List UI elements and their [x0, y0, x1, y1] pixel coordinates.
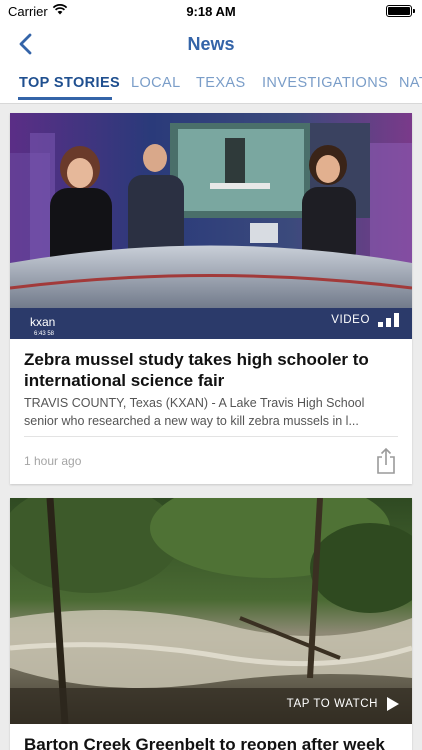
newsroom-anchors-image: kxan 6:43 58 — [10, 113, 412, 339]
video-badge: VIDEO — [331, 313, 400, 327]
tab-texas[interactable]: TEXAS — [196, 75, 246, 91]
tab-top-stories[interactable]: TOP STORIES — [19, 75, 120, 91]
tab-investigations[interactable]: INVESTIGATIONS — [262, 75, 388, 91]
battery-icon — [386, 5, 415, 17]
play-icon — [387, 697, 399, 711]
headline-line: Zebra mussel study takes high schooler t… — [24, 350, 369, 369]
category-tabs: TOP STORIES LOCAL TEXAS INVESTIGATIONS N… — [0, 66, 422, 104]
page-title: News — [187, 34, 235, 54]
headline-line: international science fair — [24, 371, 225, 390]
story-summary: TRAVIS COUNTY, Texas (KXAN) - A Lake Tra… — [10, 391, 412, 430]
tap-to-watch-label: TAP TO WATCH — [286, 698, 378, 710]
status-bar: Carrier 9:18 AM — [0, 0, 422, 22]
story-card[interactable]: kxan 6:43 58 VIDEO Zebra mussel study ta… — [10, 113, 412, 484]
story-footer: 1 hour ago — [10, 437, 412, 484]
story-headline[interactable]: Barton Creek Greenbelt to reopen after w… — [10, 724, 412, 750]
summary-line: TRAVIS COUNTY, Texas (KXAN) - A Lake Tra… — [24, 396, 365, 410]
summary-line: senior who researched a new way to kill … — [24, 414, 359, 428]
story-card[interactable]: TAP TO WATCH Barton Creek Greenbelt to r… — [10, 498, 412, 750]
tab-local[interactable]: LOCAL — [131, 75, 181, 91]
signal-bars-icon — [378, 313, 399, 327]
clock-overlay: 6:43 58 — [34, 331, 55, 337]
story-headline[interactable]: Zebra mussel study takes high schooler t… — [10, 339, 412, 391]
video-label: VIDEO — [331, 314, 370, 326]
clock: 9:18 AM — [186, 4, 236, 19]
share-icon[interactable] — [374, 447, 398, 475]
screen: Carrier 9:18 AM News TOP STORIES LOCAL T… — [0, 0, 422, 750]
story-video-thumbnail[interactable]: kxan 6:43 58 VIDEO — [10, 113, 412, 339]
story-timestamp: 1 hour ago — [24, 454, 82, 468]
tab-national[interactable]: NAT — [399, 75, 422, 91]
navigation-bar: News — [0, 22, 422, 66]
creek-flood-image — [10, 498, 412, 724]
station-logo: kxan — [30, 315, 55, 329]
active-tab-indicator — [18, 97, 112, 100]
tap-to-watch-badge[interactable]: TAP TO WATCH — [287, 696, 400, 712]
headline-line: Barton Creek Greenbelt to reopen after w… — [24, 735, 385, 750]
story-video-thumbnail[interactable]: TAP TO WATCH — [10, 498, 412, 724]
